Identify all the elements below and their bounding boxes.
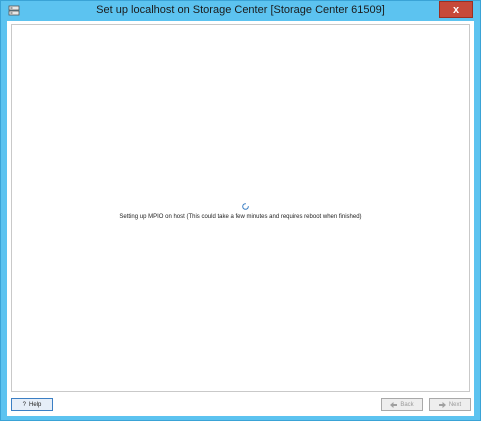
arrow-left-icon <box>390 401 398 408</box>
help-button[interactable]: ? Help <box>11 398 53 411</box>
status-message: Setting up MPIO on host (This could take… <box>119 214 362 220</box>
content-panel: Setting up MPIO on host (This could take… <box>11 24 470 392</box>
loading-spinner-icon <box>242 203 249 210</box>
close-button[interactable]: x <box>439 1 473 18</box>
back-button[interactable]: Back <box>381 398 423 411</box>
back-label: Back <box>400 401 414 408</box>
next-button[interactable]: Next <box>429 398 471 411</box>
footer-bar: ? Help Back Next <box>7 394 474 416</box>
client-area: Setting up MPIO on host (This could take… <box>7 21 474 416</box>
title-bar[interactable]: Set up localhost on Storage Center [Stor… <box>1 1 480 21</box>
question-mark-icon: ? <box>22 401 26 408</box>
storage-app-icon <box>8 5 20 16</box>
arrow-right-icon <box>438 401 446 408</box>
window-title: Set up localhost on Storage Center [Stor… <box>96 4 385 16</box>
next-label: Next <box>448 401 462 408</box>
setup-window: Set up localhost on Storage Center [Stor… <box>0 0 481 421</box>
help-label: Help <box>29 401 42 408</box>
